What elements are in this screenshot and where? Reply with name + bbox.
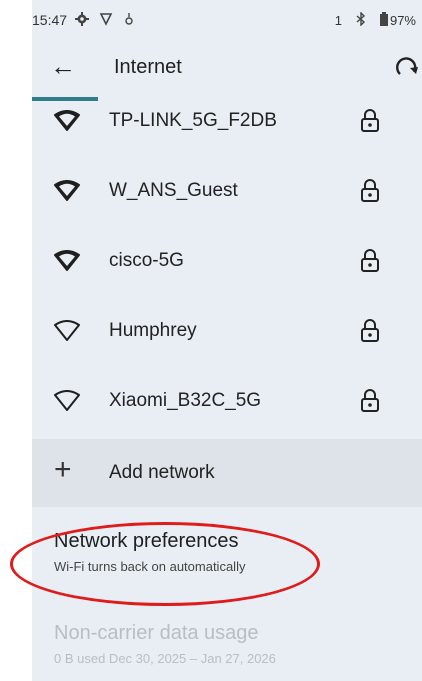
wifi-icon [53, 390, 81, 412]
network-row[interactable]: W_ANS_Guest [32, 156, 422, 226]
status-bar: 15:47 1 97% [32, 0, 422, 40]
lock-icon [360, 389, 380, 413]
phone-screen: 15:47 1 97% ← Internet TP-LINK_5G_F2DB W… [32, 0, 422, 681]
add-network-row[interactable]: + Add network [32, 439, 422, 507]
network-preferences-title: Network preferences [54, 530, 239, 552]
back-arrow-icon[interactable]: ← [50, 52, 76, 80]
wifi-icon [53, 250, 81, 272]
vibrate-icon [123, 12, 135, 29]
wifi-icon [53, 110, 81, 132]
gear-icon [75, 11, 90, 29]
lock-icon [360, 249, 380, 273]
shield-icon [99, 12, 113, 29]
network-preferences-item[interactable]: Network preferences Wi-Fi turns back on … [54, 530, 245, 574]
bluetooth-icon [356, 10, 366, 29]
lock-icon [360, 109, 380, 133]
sim-indicator: 1 [334, 12, 342, 28]
network-ssid: Xiaomi_B32C_5G [109, 390, 262, 411]
network-ssid: TP-LINK_5G_F2DB [109, 110, 277, 131]
data-usage-title: Non-carrier data usage [54, 622, 259, 644]
network-row[interactable]: Humphrey [32, 296, 422, 366]
add-network-label: Add network [109, 462, 215, 483]
wifi-icon [53, 180, 81, 202]
status-time: 15:47 [32, 12, 68, 28]
network-row[interactable]: Xiaomi_B32C_5G [32, 366, 422, 436]
battery-percent: 97% [389, 12, 416, 28]
wifi-icon [53, 320, 81, 342]
data-usage-summary: 0 B used Dec 30, 2025 – Jan 27, 2026 [54, 651, 276, 666]
page-title: Internet [114, 56, 182, 78]
data-usage-item[interactable]: Non-carrier data usage 0 B used Dec 30, … [54, 622, 276, 666]
battery-icon [379, 11, 388, 29]
scan-progress-bar [32, 97, 98, 101]
lock-icon [360, 179, 380, 203]
network-row[interactable]: cisco-5G [32, 226, 422, 296]
network-list: TP-LINK_5G_F2DB W_ANS_Guest cisco-5G Humphr… [32, 86, 422, 436]
network-ssid: Humphrey [109, 320, 197, 341]
lock-icon [360, 319, 380, 343]
network-ssid: cisco-5G [109, 250, 184, 271]
refresh-icon[interactable] [394, 54, 420, 80]
plus-icon: + [54, 453, 72, 486]
network-ssid: W_ANS_Guest [109, 180, 238, 201]
network-preferences-summary: Wi-Fi turns back on automatically [54, 559, 246, 574]
